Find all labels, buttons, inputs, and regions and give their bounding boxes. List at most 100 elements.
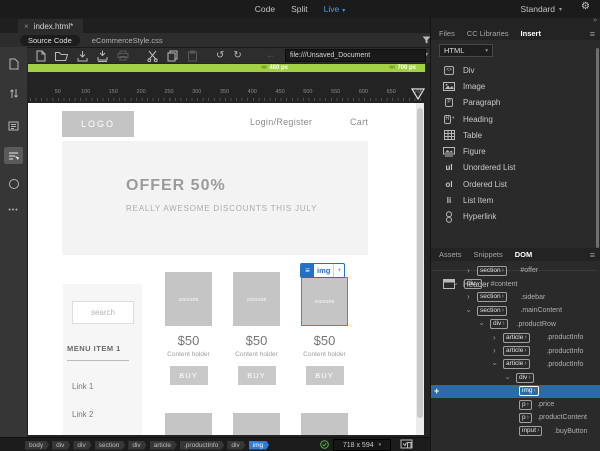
collapse-arrow-icon[interactable]: › <box>464 310 472 313</box>
insert-item-hyperlink[interactable]: Hyperlink <box>431 209 597 225</box>
dom-panel-menu-icon[interactable]: ≡ <box>590 250 595 260</box>
insert-item-image[interactable]: Image <box>431 78 597 94</box>
tag-selector-article[interactable]: article <box>150 441 177 450</box>
document-tab[interactable]: × index.html* <box>18 19 83 33</box>
tag-selector-div[interactable]: div <box>73 441 91 450</box>
related-file-source-code[interactable]: Source Code <box>20 35 80 46</box>
dom-node-input.buyButton[interactable]: input›.buyButton <box>431 425 600 438</box>
dom-node-article.productInfo[interactable]: ›article›.productInfo <box>431 344 600 357</box>
expand-arrow-icon[interactable]: › <box>493 347 496 355</box>
file-transfer-icon[interactable] <box>4 85 23 102</box>
insert-item-unordered-list[interactable]: ulUnordered List <box>431 160 597 176</box>
tab-files[interactable]: Files <box>439 29 455 38</box>
product-image-placeholder[interactable] <box>165 413 212 435</box>
dom-node-section.sidebar[interactable]: ›section›.sidebar <box>431 291 600 304</box>
redo-icon[interactable]: ↻ <box>233 49 241 62</box>
collapse-arrow-icon[interactable]: › <box>477 323 485 326</box>
page-login-link[interactable]: Login/Register <box>250 117 312 127</box>
dom-node-article.productInfo[interactable]: ›article›.productInfo <box>431 331 600 344</box>
snippets-panel-icon[interactable] <box>4 117 23 134</box>
buy-button[interactable]: BUY <box>306 366 344 385</box>
page-cart-link[interactable]: Cart <box>350 117 368 127</box>
related-file-ecommercestyle-css[interactable]: eCommerceStyle.css <box>92 36 163 45</box>
inspect-mode-icon[interactable] <box>4 175 23 192</box>
insert-scrollbar-thumb[interactable] <box>596 48 599 248</box>
tag-selector-img[interactable]: img <box>249 441 269 450</box>
dom-node-div#content[interactable]: ›div›#content <box>431 277 600 290</box>
dom-node-div.productRow[interactable]: ›div›.productRow <box>431 318 600 331</box>
expand-arrow-icon[interactable]: › <box>467 293 470 301</box>
address-bar[interactable]: file:///Unsaved_Document <box>285 49 426 62</box>
dom-node-div[interactable]: ›div› <box>431 371 600 384</box>
tab-dom[interactable]: DOM <box>515 250 533 259</box>
buy-button[interactable]: BUY <box>170 366 208 385</box>
dom-node-section#offer[interactable]: ›section›#offer <box>431 264 600 277</box>
view-mode-live[interactable]: Live▾ <box>324 4 346 14</box>
expand-arrow-icon[interactable]: › <box>467 267 470 275</box>
dom-node-p.price[interactable]: p›.price <box>431 398 600 411</box>
product-image-placeholder[interactable]: 200X200 <box>165 272 212 326</box>
document-icon[interactable] <box>4 55 23 72</box>
tag-selector-body[interactable]: body <box>25 441 49 450</box>
panel-overflow-icon[interactable]: » <box>593 17 597 24</box>
product-image-placeholder[interactable]: 200X200 <box>233 272 280 326</box>
new-file-icon[interactable] <box>36 49 46 62</box>
breakpoint-480px[interactable]: ‹‹‹‹480 px <box>188 64 288 72</box>
element-menu-icon[interactable]: ≡ <box>301 264 314 277</box>
more-options-icon[interactable]: ••• <box>4 202 23 219</box>
insert-item-paragraph[interactable]: PParagraph <box>431 95 597 111</box>
cut-icon[interactable] <box>147 49 158 62</box>
product-image-placeholder[interactable] <box>301 413 348 435</box>
undo-icon[interactable]: ↺ <box>216 49 224 62</box>
viewport-size-dropdown[interactable]: 718 x 594 ▾ <box>333 439 391 451</box>
buy-button[interactable]: BUY <box>238 366 276 385</box>
tab-cc-libraries[interactable]: CC Libraries <box>467 29 509 38</box>
gear-icon[interactable]: ⚙ <box>581 1 590 12</box>
open-file-icon[interactable] <box>55 49 68 62</box>
sidebar-link-1[interactable]: Link 1 <box>72 382 93 391</box>
offer-section[interactable]: OFFER 50% REALLY AWESOME DISCOUNTS THIS … <box>62 141 368 255</box>
collapse-arrow-icon[interactable]: › <box>451 283 459 286</box>
search-input[interactable]: search <box>72 301 134 324</box>
design-page[interactable]: LOGO Login/Register Cart OFFER 50% REALL… <box>28 103 424 435</box>
product-image-placeholder[interactable]: 200X200 <box>301 277 348 326</box>
tag-selector-div[interactable]: div <box>52 441 70 450</box>
insert-item-div[interactable]: <>Div <box>431 62 597 78</box>
insert-item-table[interactable]: Table <box>431 127 597 143</box>
insert-category-dropdown[interactable]: HTML ▾ <box>439 44 493 57</box>
save-all-icon[interactable] <box>97 49 108 62</box>
device-preview-icon[interactable] <box>400 439 413 450</box>
sidebar-link-2[interactable]: Link 2 <box>72 410 93 419</box>
view-mode-code[interactable]: Code <box>255 4 275 14</box>
page-scrollbar[interactable] <box>416 103 424 435</box>
element-display[interactable]: ≡img+ <box>300 263 345 278</box>
insert-item-heading[interactable]: H▾Heading <box>431 111 597 127</box>
collapse-arrow-icon[interactable]: › <box>490 363 498 366</box>
expand-arrow-icon[interactable]: › <box>493 334 496 342</box>
breakpoint-700px[interactable]: ‹‹‹‹700 px <box>316 64 416 72</box>
close-icon[interactable]: × <box>24 22 29 31</box>
collapse-arrow-icon[interactable]: › <box>503 376 511 379</box>
dom-node-article.productInfo[interactable]: ›article›.productInfo <box>431 358 600 371</box>
tab-snippets[interactable]: Snippets <box>474 250 503 259</box>
page-scrollbar-thumb[interactable] <box>417 108 423 418</box>
panel-menu-icon[interactable]: ≡ <box>590 29 595 39</box>
tab-insert[interactable]: Insert <box>521 29 541 38</box>
tag-selector-section[interactable]: section <box>95 441 126 450</box>
tag-selector-div[interactable]: div <box>128 441 146 450</box>
live-view-options-icon[interactable] <box>4 147 23 164</box>
product-image-placeholder[interactable] <box>233 413 280 435</box>
dom-node-img[interactable]: +img› <box>431 385 600 398</box>
copy-icon[interactable] <box>167 49 178 62</box>
insert-item-list-item[interactable]: liList Item <box>431 192 597 208</box>
tab-assets[interactable]: Assets <box>439 250 462 259</box>
workspace-switcher[interactable]: Standard ▾ <box>520 0 562 18</box>
page-logo[interactable]: LOGO <box>62 111 134 137</box>
tag-selector-div[interactable]: div <box>227 441 245 450</box>
dom-node-section.mainContent[interactable]: ›section›.mainContent <box>431 304 600 317</box>
dom-node-p.productContent[interactable]: p›.productContent <box>431 411 600 424</box>
insert-item-ordered-list[interactable]: olOrdered List <box>431 176 597 192</box>
view-mode-split[interactable]: Split <box>291 4 308 14</box>
insert-item-figure[interactable]: Figure <box>431 143 597 159</box>
save-icon[interactable] <box>77 49 88 62</box>
